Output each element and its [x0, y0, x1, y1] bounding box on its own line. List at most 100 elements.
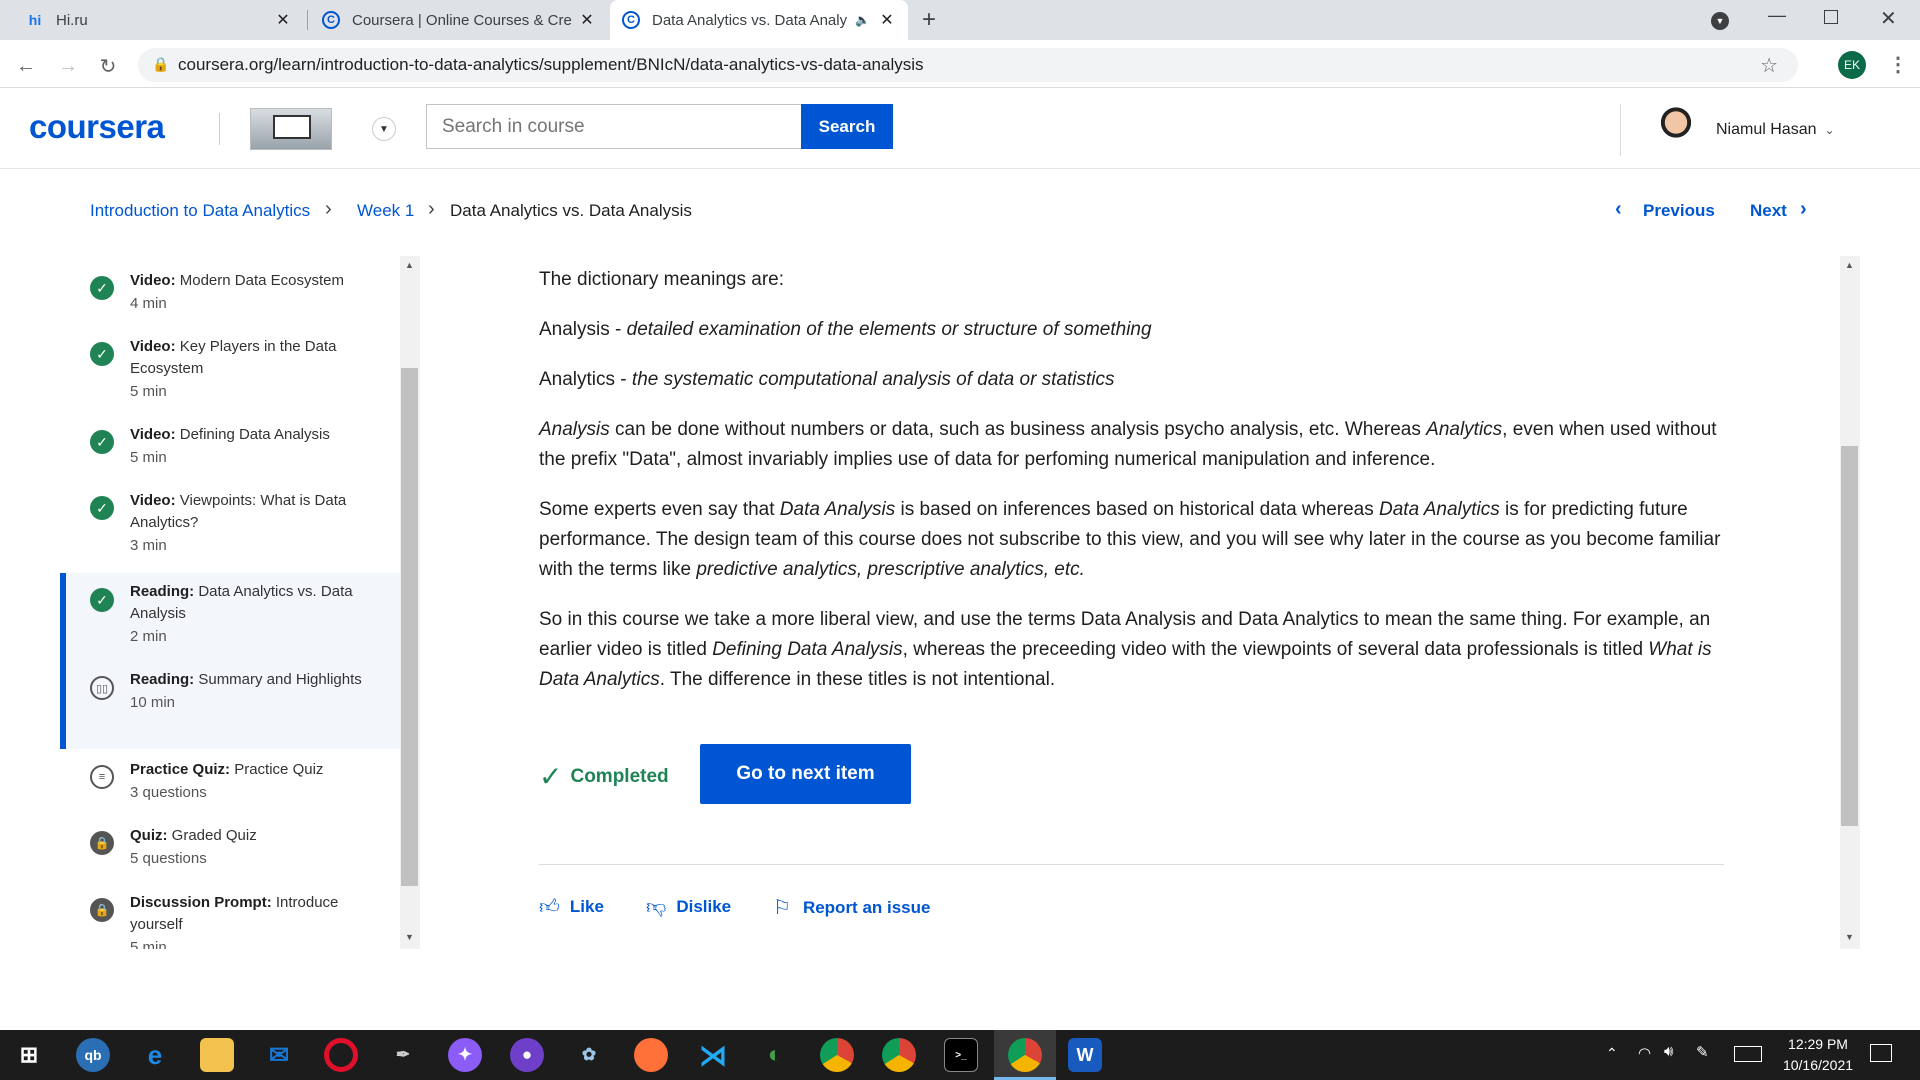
checkmark-icon: ✓ — [90, 430, 114, 454]
clock-time: 12:29 PM — [1788, 1036, 1848, 1052]
paragraph: Some experts even say that Data Analysis… — [539, 499, 1721, 580]
search-input[interactable] — [426, 104, 802, 149]
item-type: Quiz: — [130, 827, 168, 844]
qbittorrent-icon[interactable]: qb — [76, 1038, 110, 1072]
item-type: Practice Quiz: — [130, 761, 231, 778]
chevron-down-icon[interactable]: ▼ — [372, 117, 396, 141]
divider — [539, 864, 1724, 865]
bookmark-star-icon[interactable]: ☆ — [1760, 53, 1778, 78]
address-bar[interactable]: 🔒 coursera.org/learn/introduction-to-dat… — [138, 48, 1798, 82]
sidebar-item-data-analytics-vs-data-analysis[interactable]: ✓ Reading: Data Analytics vs. Data Analy… — [66, 573, 400, 661]
network-icon[interactable]: ◠ — [1638, 1044, 1651, 1062]
user-menu[interactable]: Niamul Hasan ⌄ — [1654, 104, 1835, 156]
chrome-icon[interactable] — [820, 1038, 854, 1072]
minimize-icon[interactable]: — — [1768, 5, 1786, 26]
pen-icon[interactable]: ✎ — [1696, 1043, 1709, 1061]
volume-icon[interactable]: 🔊︎ — [1664, 1043, 1673, 1060]
scrollbar-thumb[interactable] — [1841, 446, 1858, 826]
dislike-button[interactable]: 👎︎ Dislike — [646, 895, 731, 919]
item-title: Summary and Highlights — [198, 671, 362, 688]
tab-title: Hi.ru — [56, 11, 88, 29]
tab-divider — [307, 10, 308, 30]
sidebar-item-viewpoints[interactable]: ✓ Video: Viewpoints: What is Data Analyt… — [60, 476, 400, 564]
chevron-left-icon[interactable]: ‹ — [1615, 198, 1622, 221]
windows-start-icon[interactable]: ⊞ — [12, 1038, 46, 1072]
laptop-icon — [273, 115, 311, 139]
like-button[interactable]: 👍︎ Like — [539, 895, 604, 919]
item-type: Video: — [130, 338, 176, 355]
next-link[interactable]: Next — [1750, 201, 1787, 221]
report-issue-button[interactable]: ⚐ Report an issue — [773, 895, 930, 920]
sidebar-scrollbar[interactable]: ▲ ▼ — [400, 256, 420, 949]
chevron-right-icon: › — [428, 198, 435, 220]
checkmark-icon: ✓ — [90, 588, 114, 612]
globe-app-icon[interactable]: ◐ — [758, 1038, 792, 1072]
checkmark-icon: ✓ — [90, 276, 114, 300]
chevron-up-icon[interactable]: ⌃ — [1606, 1045, 1618, 1062]
tab-search-icon[interactable]: ▼ — [1711, 12, 1729, 30]
new-tab-icon[interactable]: + — [922, 6, 936, 34]
scroll-up-icon[interactable]: ▲ — [1845, 260, 1854, 270]
previous-link[interactable]: Previous — [1643, 201, 1715, 221]
browser-tab[interactable]: C Coursera | Online Courses & Cre ✕ — [310, 0, 608, 40]
system-clock[interactable]: 12:29 PM 10/16/2021 — [1768, 1034, 1868, 1076]
opera-icon[interactable] — [324, 1038, 358, 1072]
firefox-icon[interactable] — [634, 1038, 668, 1072]
maximize-icon[interactable] — [1824, 10, 1838, 24]
item-type: Reading: — [130, 583, 195, 600]
content-scrollbar[interactable]: ▲ ▼ — [1840, 256, 1860, 949]
browser-menu-icon[interactable]: ⋮ — [1888, 52, 1908, 77]
close-icon[interactable]: ✕ — [274, 10, 292, 30]
messenger-icon[interactable]: ✦ — [448, 1038, 482, 1072]
notifications-icon[interactable] — [1870, 1044, 1892, 1062]
header-divider — [219, 113, 220, 145]
hi-favicon-icon: hi — [28, 12, 42, 28]
mail-icon[interactable]: ✉ — [262, 1038, 296, 1072]
forward-icon[interactable]: → — [54, 52, 82, 80]
github-desktop-icon[interactable]: ● — [510, 1038, 544, 1072]
inkscape-icon[interactable]: ✒ — [386, 1038, 420, 1072]
profile-avatar[interactable]: EK — [1838, 51, 1866, 79]
breadcrumb-current: Data Analytics vs. Data Analysis — [450, 201, 692, 220]
back-icon[interactable]: ← — [12, 52, 40, 80]
speaker-muted-icon[interactable]: 🔈 — [855, 13, 870, 27]
course-outline-sidebar: ✓ Video: Modern Data Ecosystem 4 min ✓ Vi… — [60, 256, 400, 949]
sidebar-item-modern-data-ecosystem[interactable]: ✓ Video: Modern Data Ecosystem 4 min — [60, 256, 400, 322]
keyboard-icon[interactable] — [1734, 1046, 1762, 1062]
sidebar-item-key-players[interactable]: ✓ Video: Key Players in the Data Ecosyst… — [60, 322, 400, 410]
vscode-icon[interactable]: ⋊ — [696, 1038, 730, 1072]
breadcrumb-week[interactable]: Week 1 — [357, 201, 414, 221]
scroll-down-icon[interactable]: ▼ — [405, 932, 414, 942]
paint-icon[interactable]: ✿ — [572, 1038, 606, 1072]
search-button[interactable]: Search — [801, 104, 893, 149]
item-meta: 10 min — [130, 694, 176, 711]
reload-icon[interactable]: ↻ — [94, 52, 122, 80]
chrome-active-icon[interactable] — [1008, 1038, 1042, 1072]
sidebar-item-discussion-prompt[interactable]: 🔒 Discussion Prompt: Introduce yourself 5… — [60, 881, 400, 949]
scroll-up-icon[interactable]: ▲ — [405, 260, 414, 270]
course-thumbnail[interactable] — [250, 108, 332, 150]
scroll-down-icon[interactable]: ▼ — [1845, 932, 1854, 942]
close-icon[interactable]: ✕ — [878, 10, 896, 30]
edge-browser-icon[interactable]: e — [138, 1038, 172, 1072]
browser-tab[interactable]: hi Hi.ru ✕ — [14, 0, 304, 40]
sidebar-item-summary-and-highlights[interactable]: ▯▯ Reading: Summary and Highlights 10 min — [66, 661, 400, 749]
item-meta: 5 min — [130, 383, 167, 400]
scrollbar-thumb[interactable] — [401, 368, 418, 886]
go-to-next-item-button[interactable]: Go to next item — [700, 744, 911, 804]
file-explorer-icon[interactable] — [200, 1038, 234, 1072]
sidebar-item-defining-data-analysis[interactable]: ✓ Video: Defining Data Analysis 5 min — [60, 410, 400, 476]
coursera-logo[interactable]: coursera — [29, 108, 165, 146]
terminal-icon[interactable]: >_ — [944, 1038, 978, 1072]
browser-tab-active[interactable]: C Data Analytics vs. Data Analy 🔈 ✕ — [610, 0, 908, 40]
chrome-profile-icon[interactable] — [882, 1038, 916, 1072]
sidebar-item-graded-quiz[interactable]: 🔒 Quiz: Graded Quiz 5 questions — [60, 815, 400, 881]
chevron-right-icon[interactable]: › — [1800, 198, 1807, 221]
breadcrumb-course[interactable]: Introduction to Data Analytics — [90, 201, 310, 221]
sidebar-item-practice-quiz[interactable]: ≡ Practice Quiz: Practice Quiz 3 question… — [60, 749, 400, 815]
close-icon[interactable]: ✕ — [578, 10, 596, 30]
word-icon[interactable]: W — [1068, 1038, 1102, 1072]
browser-tab-strip: hi Hi.ru ✕ C Coursera | Online Courses &… — [0, 0, 1920, 40]
window-close-icon[interactable]: ✕ — [1880, 6, 1897, 31]
clock-date: 10/16/2021 — [1782, 1057, 1854, 1073]
